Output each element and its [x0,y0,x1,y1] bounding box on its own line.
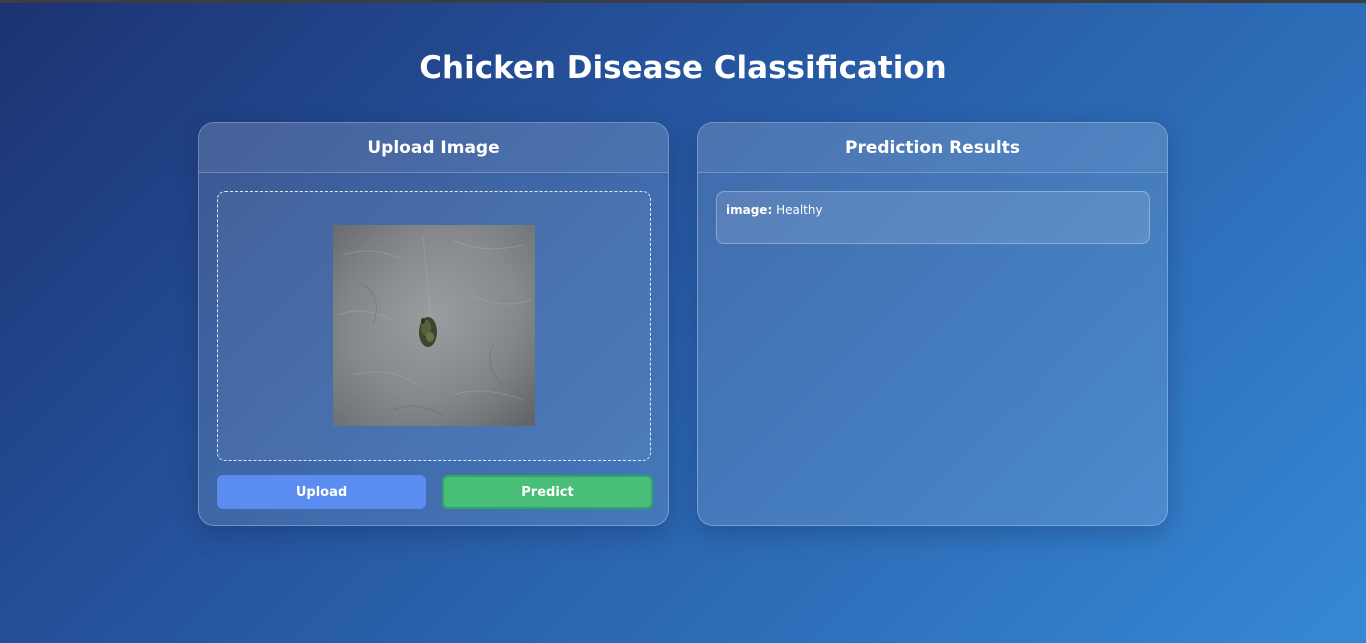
result-value: Healthy [776,203,823,217]
results-panel: Prediction Results image: Healthy [697,122,1168,526]
upload-button[interactable]: Upload [217,475,426,509]
uploaded-image-graphic [333,225,535,426]
page-title: Chicken Disease Classification [419,50,947,86]
results-panel-header: Prediction Results [698,123,1167,173]
upload-panel: Upload Image Upload Predict [198,122,669,526]
upload-panel-header: Upload Image [199,123,668,173]
prediction-result: image: Healthy [716,191,1150,244]
browser-top-strip [0,0,1366,3]
image-drop-zone[interactable] [217,191,651,461]
result-key: image: [726,203,773,217]
uploaded-image-preview [333,225,535,426]
predict-button[interactable]: Predict [442,475,653,509]
